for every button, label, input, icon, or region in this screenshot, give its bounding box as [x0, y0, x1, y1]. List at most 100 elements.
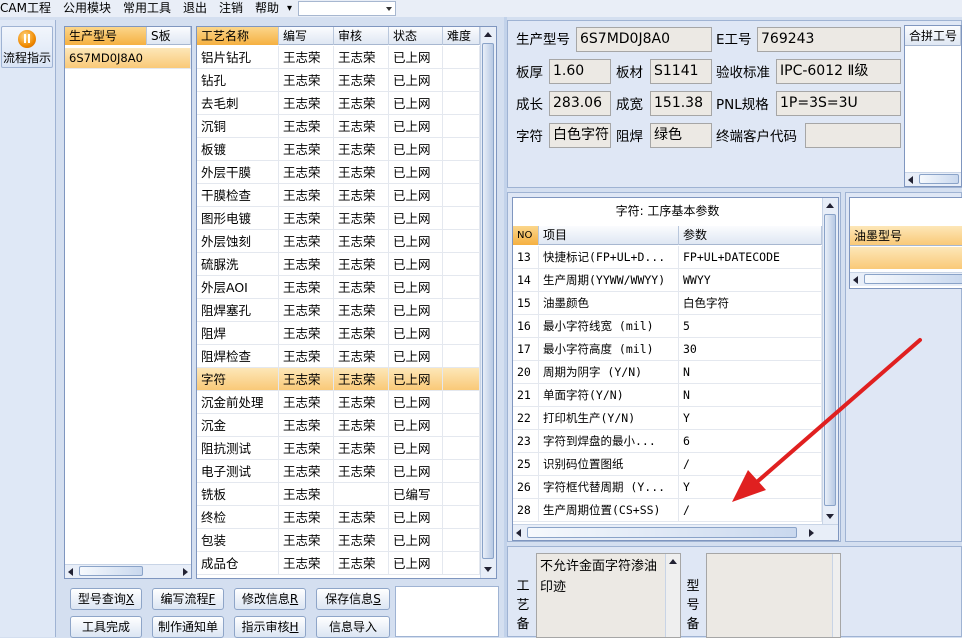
customer-code-field[interactable]: [805, 123, 901, 148]
param-row[interactable]: 13 快捷标记(FP+UL+D... FP+UL+DATECODE: [513, 246, 822, 269]
process-row[interactable]: 字符 王志荣 王志荣 已上网: [197, 368, 480, 391]
process-row[interactable]: 外层干膜 王志荣 王志荣 已上网: [197, 161, 480, 184]
ink-row-selected[interactable]: [850, 247, 962, 269]
process-note-vscrollbar[interactable]: [665, 554, 680, 637]
process-row[interactable]: 终检 王志荣 王志荣 已上网: [197, 506, 480, 529]
difficulty-cell: [443, 345, 480, 368]
flow-indicator-button[interactable]: 流程指示: [1, 26, 53, 68]
import-info-button[interactable]: 信息导入: [316, 616, 390, 638]
process-row[interactable]: 阻焊检查 王志荣 王志荣 已上网: [197, 345, 480, 368]
menu-common-tools[interactable]: 常用工具: [117, 0, 177, 17]
process-row[interactable]: 硫脲洗 王志荣 王志荣 已上网: [197, 253, 480, 276]
review-instruction-button[interactable]: 指示审核H: [234, 616, 306, 638]
process-row[interactable]: 阻焊塞孔 王志荣 王志荣 已上网: [197, 299, 480, 322]
ink-grid-hscrollbar[interactable]: [850, 272, 962, 286]
process-row[interactable]: 钻孔 王志荣 王志荣 已上网: [197, 69, 480, 92]
param-grid-hscrollbar[interactable]: [513, 524, 838, 540]
make-notice-button[interactable]: 制作通知单: [152, 616, 224, 638]
annotation-arrow: [732, 338, 922, 502]
column-header-parameter[interactable]: 参数: [679, 226, 822, 245]
process-row[interactable]: 板镀 王志荣 王志荣 已上网: [197, 138, 480, 161]
column-header-model[interactable]: 生产型号: [65, 27, 147, 45]
scroll-right-icon[interactable]: [809, 529, 814, 537]
menu-common-modules[interactable]: 公用模块: [57, 0, 117, 17]
process-row[interactable]: 铣板 王志荣 已编写: [197, 483, 480, 506]
menu-logout[interactable]: 注销: [213, 0, 249, 17]
column-header-s-board[interactable]: S板: [147, 27, 191, 45]
model-query-button[interactable]: 型号查询X: [70, 588, 142, 610]
scroll-up-icon[interactable]: [484, 32, 492, 37]
scroll-thumb[interactable]: [482, 43, 494, 559]
param-row[interactable]: 15 油墨颜色 白色字符: [513, 292, 822, 315]
scroll-down-icon[interactable]: [484, 567, 492, 572]
scroll-left-icon[interactable]: [516, 529, 521, 537]
process-row[interactable]: 干膜检查 王志荣 王志荣 已上网: [197, 184, 480, 207]
scroll-thumb[interactable]: [79, 566, 143, 576]
process-row[interactable]: 包装 王志荣 王志荣 已上网: [197, 529, 480, 552]
model-field[interactable]: 6S7MD0J8A0: [576, 27, 712, 52]
column-header-difficulty[interactable]: 难度: [443, 27, 480, 45]
tool-complete-button[interactable]: 工具完成: [70, 616, 142, 638]
author-cell: 王志荣: [279, 529, 334, 552]
status-cell: 已上网: [389, 115, 443, 138]
column-header-author[interactable]: 编写: [279, 27, 334, 45]
column-header-status[interactable]: 状态: [389, 27, 443, 45]
process-row[interactable]: 阻焊 王志荣 王志荣 已上网: [197, 322, 480, 345]
standard-field[interactable]: IPC-6012 Ⅱ级: [776, 59, 901, 84]
scroll-left-icon[interactable]: [68, 568, 73, 576]
help-dropdown-icon[interactable]: ▾: [285, 0, 294, 17]
scroll-left-icon[interactable]: [853, 276, 858, 284]
model-list-hscrollbar[interactable]: [65, 564, 191, 578]
menu-combo-box[interactable]: [298, 1, 397, 16]
scroll-thumb[interactable]: [864, 274, 962, 284]
write-flow-button[interactable]: 编写流程F: [152, 588, 224, 610]
process-name-cell: 图形电镀: [197, 207, 279, 230]
process-row[interactable]: 外层AOI 王志荣 王志荣 已上网: [197, 276, 480, 299]
process-row[interactable]: 阻抗测试 王志荣 王志荣 已上网: [197, 437, 480, 460]
process-note-label: 工 艺 备: [516, 577, 530, 634]
menu-exit[interactable]: 退出: [177, 0, 213, 17]
column-header-merge-number[interactable]: 合拼工号: [905, 26, 961, 46]
process-row[interactable]: 铝片钻孔 王志荣 王志荣 已上网: [197, 46, 480, 69]
model-row-selected[interactable]: 6S7MD0J8A0: [65, 48, 191, 69]
column-header-item[interactable]: 项目: [539, 226, 679, 245]
param-row[interactable]: 14 生产周期(YYWW/WWYY) WWYY: [513, 269, 822, 292]
width-field[interactable]: 151.38: [650, 91, 712, 116]
save-info-button[interactable]: 保存信息S: [316, 588, 390, 610]
scroll-down-icon[interactable]: [826, 514, 834, 519]
process-row[interactable]: 图形电镀 王志荣 王志荣 已上网: [197, 207, 480, 230]
scroll-up-icon[interactable]: [826, 203, 834, 208]
merge-list-hscrollbar[interactable]: [905, 172, 961, 186]
column-header-reviewer[interactable]: 审核: [334, 27, 389, 45]
process-row[interactable]: 成品仓 王志荣 王志荣 已上网: [197, 552, 480, 575]
menu-cam[interactable]: CAM工程: [0, 0, 57, 17]
scroll-up-icon[interactable]: [669, 559, 677, 564]
scroll-right-icon[interactable]: [183, 568, 188, 576]
process-name-cell: 沉金前处理: [197, 391, 279, 414]
solder-mask-field[interactable]: 绿色: [650, 123, 712, 148]
process-grid-vscrollbar[interactable]: [480, 27, 496, 578]
scroll-thumb[interactable]: [919, 174, 959, 184]
scroll-left-icon[interactable]: [908, 176, 913, 184]
process-row[interactable]: 去毛刺 王志荣 王志荣 已上网: [197, 92, 480, 115]
length-field[interactable]: 283.06: [549, 91, 611, 116]
model-note-vscrollbar[interactable]: [832, 554, 840, 637]
material-field[interactable]: S1141: [650, 59, 712, 84]
menu-help[interactable]: 帮助: [249, 0, 285, 17]
thickness-field[interactable]: 1.60: [549, 59, 611, 84]
pnl-field[interactable]: 1P=3S=3U: [776, 91, 901, 116]
e-number-field[interactable]: 769243: [757, 27, 901, 52]
column-header-no[interactable]: NO: [513, 226, 539, 245]
process-row[interactable]: 沉金前处理 王志荣 王志荣 已上网: [197, 391, 480, 414]
process-note-field[interactable]: 不允许金面字符渗油印迹: [536, 553, 681, 638]
column-header-ink-model[interactable]: 油墨型号: [850, 226, 962, 246]
process-row[interactable]: 沉金 王志荣 王志荣 已上网: [197, 414, 480, 437]
process-row[interactable]: 电子测试 王志荣 王志荣 已上网: [197, 460, 480, 483]
process-row[interactable]: 沉铜 王志荣 王志荣 已上网: [197, 115, 480, 138]
process-row[interactable]: 外层蚀刻 王志荣 王志荣 已上网: [197, 230, 480, 253]
modify-info-button[interactable]: 修改信息R: [234, 588, 306, 610]
character-field[interactable]: 白色字符: [549, 123, 611, 148]
scroll-thumb[interactable]: [527, 527, 797, 538]
column-header-process[interactable]: 工艺名称: [197, 27, 279, 45]
model-note-field[interactable]: [706, 553, 841, 638]
